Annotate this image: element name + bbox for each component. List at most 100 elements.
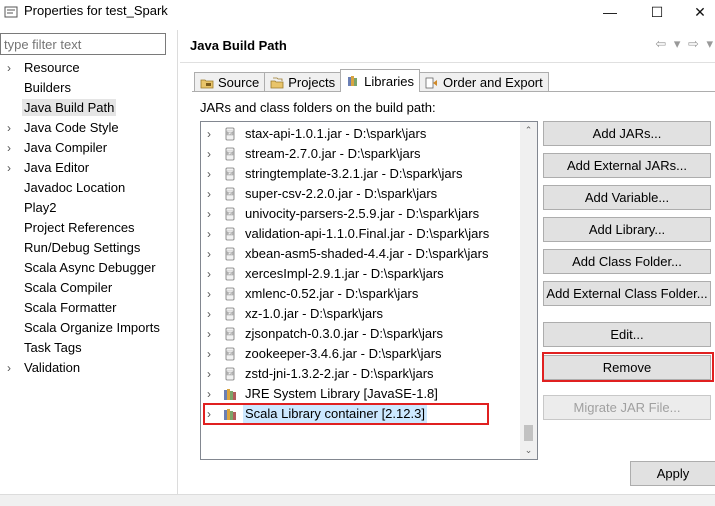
nav-item-scala-async-debugger[interactable]: Scala Async Debugger [0, 258, 172, 278]
library-row[interactable]: › 010 stax-api-1.0.1.jar - D:\spark\jars [201, 124, 519, 144]
library-row-label: stream-2.7.0.jar - D:\spark\jars [245, 146, 421, 161]
library-row[interactable]: › 010 zstd-jni-1.3.2-2.jar - D:\spark\jars [201, 364, 519, 384]
expand-chevron-icon[interactable]: › [207, 284, 211, 304]
expand-chevron-icon[interactable]: › [207, 344, 211, 364]
add-class-folder-button[interactable]: Add Class Folder... [543, 249, 711, 274]
nav-item-java-build-path[interactable]: Java Build Path [0, 98, 172, 118]
jar-icon: 010 [223, 287, 237, 301]
nav-item-javadoc-location[interactable]: Javadoc Location [0, 178, 172, 198]
add-external-jars-button[interactable]: Add External JARs... [543, 153, 711, 178]
expand-chevron-icon[interactable]: › [207, 384, 211, 404]
nav-item-java-compiler[interactable]: › Java Compiler [0, 138, 172, 158]
expand-chevron-icon[interactable]: › [7, 118, 11, 138]
library-row[interactable]: › 010 stream-2.7.0.jar - D:\spark\jars [201, 144, 519, 164]
edit-button[interactable]: Edit... [543, 322, 711, 347]
close-button[interactable]: ✕ [680, 0, 715, 24]
expand-chevron-icon[interactable]: › [7, 58, 11, 78]
vertical-scrollbar[interactable]: ⌃ ⌄ [520, 122, 537, 459]
svg-text:010: 010 [227, 371, 233, 375]
add-jars-button[interactable]: Add JARs... [543, 121, 711, 146]
nav-item-builders[interactable]: Builders [0, 78, 172, 98]
expand-chevron-icon[interactable]: › [207, 264, 211, 284]
library-row[interactable]: › 010 validation-api-1.1.0.Final.jar - D:\… [201, 224, 519, 244]
nav-item-java-editor[interactable]: › Java Editor [0, 158, 172, 178]
library-row[interactable]: › 010 xz-1.0.jar - D:\spark\jars [201, 304, 519, 324]
library-row[interactable]: › 010 zjsonpatch-0.3.0.jar - D:\spark\jars [201, 324, 519, 344]
add-external-class-folder-button[interactable]: Add External Class Folder... [543, 281, 711, 306]
expand-chevron-icon[interactable]: › [207, 224, 211, 244]
tab-libraries-label: Libraries [364, 73, 415, 89]
nav-item-scala-organize-imports[interactable]: Scala Organize Imports [0, 318, 172, 338]
nav-item-java-code-style[interactable]: › Java Code Style [0, 118, 172, 138]
scrollbar-thumb[interactable] [524, 425, 533, 441]
add-variable-button[interactable]: Add Variable... [543, 185, 711, 210]
library-row-label: xmlenc-0.52.jar - D:\spark\jars [245, 286, 419, 301]
svg-text:010: 010 [227, 191, 233, 195]
expand-chevron-icon[interactable]: › [207, 304, 211, 324]
expand-chevron-icon[interactable]: › [207, 144, 211, 164]
title-bar: Properties for test_Spark — ☐ ✕ [0, 0, 715, 24]
maximize-button[interactable]: ☐ [637, 0, 677, 24]
library-row[interactable]: › 010 xercesImpl-2.9.1.jar - D:\spark\jars [201, 264, 519, 284]
nav-item-label: Java Code Style [24, 120, 119, 135]
nav-item-label: Validation [24, 360, 81, 375]
svg-text:010: 010 [227, 271, 233, 275]
nav-item-scala-formatter[interactable]: Scala Formatter [0, 298, 172, 318]
library-row[interactable]: › 010 xbean-asm5-shaded-4.4.jar - D:\spark… [201, 244, 519, 264]
library-row[interactable]: › 010 stringtemplate-3.2.1.jar - D:\spark\… [201, 164, 519, 184]
tab-bar: Source Projects Libraries Order and Expo… [194, 69, 549, 92]
nav-item-validation[interactable]: › Validation [0, 358, 172, 378]
nav-item-resource[interactable]: › Resource [0, 58, 172, 78]
library-row[interactable]: › 010 univocity-parsers-2.5.9.jar - D:\spa… [201, 204, 519, 224]
jar-icon: 010 [223, 267, 237, 281]
nav-item-label: Run/Debug Settings [24, 240, 141, 255]
nav-item-run-debug-settings[interactable]: Run/Debug Settings [0, 238, 172, 258]
tab-source[interactable]: Source [194, 72, 266, 92]
nav-item-label: Play2 [24, 200, 57, 215]
expand-chevron-icon[interactable]: › [207, 164, 211, 184]
nav-item-play2[interactable]: Play2 [0, 198, 172, 218]
expand-chevron-icon[interactable]: › [207, 244, 211, 264]
library-row[interactable]: › Scala Library container [2.12.3] [201, 404, 519, 424]
libraries-list[interactable]: ⌃ ⌄ › 010 stax-api-1.0.1.jar - D:\spark\ja… [200, 121, 538, 460]
library-row[interactable]: › 010 zookeeper-3.4.6.jar - D:\spark\jars [201, 344, 519, 364]
library-row-label: xbean-asm5-shaded-4.4.jar - D:\spark\jar… [245, 246, 489, 261]
expand-chevron-icon[interactable]: › [7, 358, 11, 378]
remove-button[interactable]: Remove [543, 355, 711, 380]
scroll-down-icon[interactable]: ⌄ [520, 442, 537, 459]
add-library-button[interactable]: Add Library... [543, 217, 711, 242]
expand-chevron-icon[interactable]: › [207, 184, 211, 204]
library-row[interactable]: › 010 xmlenc-0.52.jar - D:\spark\jars [201, 284, 519, 304]
expand-chevron-icon[interactable]: › [207, 404, 211, 424]
expand-chevron-icon[interactable]: › [207, 324, 211, 344]
library-row-label: Scala Library container [2.12.3] [243, 404, 427, 424]
jar-icon: 010 [223, 307, 237, 321]
svg-text:010: 010 [227, 231, 233, 235]
expand-chevron-icon[interactable]: › [7, 138, 11, 158]
nav-item-project-references[interactable]: Project References [0, 218, 172, 238]
nav-item-label: Builders [24, 80, 71, 95]
order-export-icon [425, 77, 438, 88]
library-row[interactable]: › 010 super-csv-2.2.0.jar - D:\spark\jars [201, 184, 519, 204]
expand-chevron-icon[interactable]: › [207, 124, 211, 144]
minimize-button[interactable]: — [590, 0, 630, 24]
expand-chevron-icon[interactable]: › [207, 204, 211, 224]
pane-divider[interactable] [177, 30, 178, 494]
library-row[interactable]: › JRE System Library [JavaSE-1.8] [201, 384, 519, 404]
scroll-up-icon[interactable]: ⌃ [520, 122, 537, 139]
expand-chevron-icon[interactable]: › [7, 158, 11, 178]
filter-input[interactable] [0, 33, 166, 55]
jar-icon: 010 [223, 247, 237, 261]
expand-chevron-icon[interactable]: › [207, 364, 211, 384]
tab-order-and-export[interactable]: Order and Export [419, 72, 549, 92]
jar-icon: 010 [223, 127, 237, 141]
nav-item-label: Java Build Path [22, 99, 117, 116]
history-nav-arrows-icon[interactable]: ⇦ ▾ ⇨ ▾ [655, 36, 715, 52]
library-row-label: super-csv-2.2.0.jar - D:\spark\jars [245, 186, 438, 201]
apply-button[interactable]: Apply [630, 461, 715, 486]
tab-projects[interactable]: Projects [264, 72, 342, 92]
jar-icon: 010 [223, 167, 237, 181]
nav-item-task-tags[interactable]: Task Tags [0, 338, 172, 358]
tab-libraries[interactable]: Libraries [340, 69, 421, 92]
nav-item-scala-compiler[interactable]: Scala Compiler [0, 278, 172, 298]
